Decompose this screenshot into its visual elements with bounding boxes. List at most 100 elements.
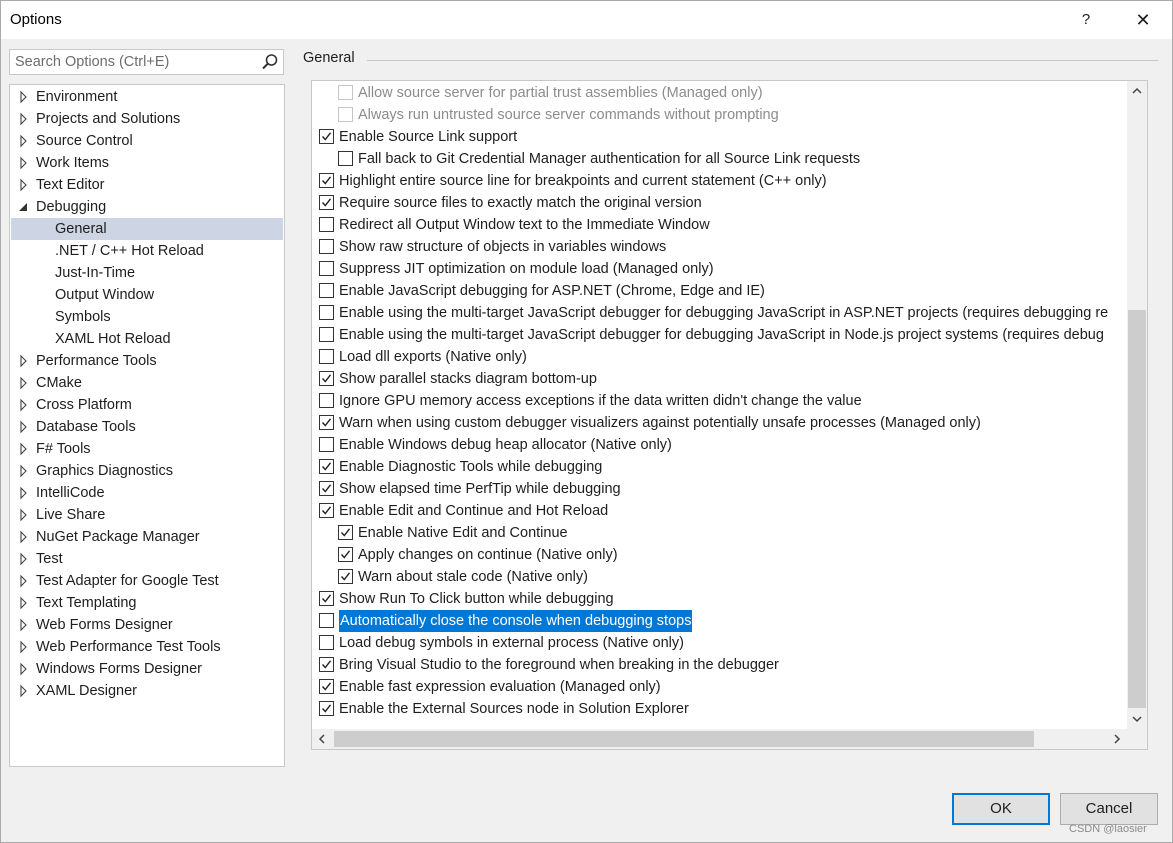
checkbox-checked[interactable]	[319, 173, 334, 188]
checkbox[interactable]	[319, 239, 334, 254]
collapsed-arrow-icon[interactable]	[18, 416, 30, 438]
checkbox[interactable]	[319, 283, 334, 298]
collapsed-arrow-icon[interactable]	[18, 460, 30, 482]
collapsed-arrow-icon[interactable]	[18, 570, 30, 592]
tree-item[interactable]: General	[11, 218, 283, 240]
vertical-scroll-thumb[interactable]	[1128, 310, 1146, 708]
tree-item[interactable]: XAML Designer	[11, 680, 283, 702]
tree-item[interactable]: Web Forms Designer	[11, 614, 283, 636]
tree-item[interactable]: CMake	[11, 372, 283, 394]
tree-item[interactable]: Database Tools	[11, 416, 283, 438]
collapsed-arrow-icon[interactable]	[18, 526, 30, 548]
close-button[interactable]: ✕	[1123, 1, 1163, 39]
checkbox-checked[interactable]	[319, 679, 334, 694]
tree-item[interactable]: Text Templating	[11, 592, 283, 614]
ok-button[interactable]: OK	[952, 793, 1050, 825]
collapsed-arrow-icon[interactable]	[18, 614, 30, 636]
tree-item[interactable]: Projects and Solutions	[11, 108, 283, 130]
tree-item[interactable]: Debugging	[11, 196, 283, 218]
scroll-up-icon[interactable]	[1127, 81, 1147, 101]
checkbox-checked[interactable]	[319, 459, 334, 474]
checkbox[interactable]	[319, 613, 334, 628]
collapsed-arrow-icon[interactable]	[18, 86, 30, 108]
tree-item[interactable]: Source Control	[11, 130, 283, 152]
tree-item[interactable]: Environment	[11, 86, 283, 108]
collapsed-arrow-icon[interactable]	[18, 592, 30, 614]
collapsed-arrow-icon[interactable]	[18, 174, 30, 196]
checkbox[interactable]	[319, 349, 334, 364]
tree-item[interactable]: F# Tools	[11, 438, 283, 460]
tree-item[interactable]: NuGet Package Manager	[11, 526, 283, 548]
tree-item[interactable]: Cross Platform	[11, 394, 283, 416]
checkbox-checked[interactable]	[319, 701, 334, 716]
tree-item[interactable]: Web Performance Test Tools	[11, 636, 283, 658]
collapsed-arrow-icon[interactable]	[18, 152, 30, 174]
tree-item[interactable]: Live Share	[11, 504, 283, 526]
options-panel: Allow source server for partial trust as…	[311, 80, 1148, 750]
tree-item-label: Windows Forms Designer	[36, 661, 202, 677]
tree-item[interactable]: Just-In-Time	[11, 262, 283, 284]
scroll-left-icon[interactable]	[312, 729, 332, 749]
tree-item[interactable]: Graphics Diagnostics	[11, 460, 283, 482]
checkbox[interactable]	[319, 217, 334, 232]
collapsed-arrow-icon[interactable]	[18, 548, 30, 570]
checkbox-checked[interactable]	[338, 547, 353, 562]
checkbox[interactable]	[319, 327, 334, 342]
checkbox-checked[interactable]	[319, 415, 334, 430]
option-label: Automatically close the console when deb…	[339, 610, 693, 632]
collapsed-arrow-icon[interactable]	[18, 372, 30, 394]
checkbox[interactable]	[338, 151, 353, 166]
tree-item-label: Source Control	[36, 133, 133, 149]
checkbox-checked[interactable]	[338, 569, 353, 584]
checkbox-checked[interactable]	[319, 371, 334, 386]
tree-item[interactable]: Windows Forms Designer	[11, 658, 283, 680]
vertical-scrollbar[interactable]	[1127, 81, 1147, 729]
collapsed-arrow-icon[interactable]	[18, 636, 30, 658]
checkbox-checked[interactable]	[319, 481, 334, 496]
tree-item[interactable]: XAML Hot Reload	[11, 328, 283, 350]
expanded-arrow-icon[interactable]	[18, 196, 30, 218]
help-button[interactable]: ?	[1069, 1, 1103, 39]
collapsed-arrow-icon[interactable]	[18, 438, 30, 460]
collapsed-arrow-icon[interactable]	[18, 482, 30, 504]
checkbox[interactable]	[319, 437, 334, 452]
scroll-right-icon[interactable]	[1107, 729, 1127, 749]
option-label: Show elapsed time PerfTip while debuggin…	[339, 481, 621, 497]
horizontal-scroll-thumb[interactable]	[334, 731, 1034, 747]
tree-item[interactable]: Text Editor	[11, 174, 283, 196]
collapsed-arrow-icon[interactable]	[18, 394, 30, 416]
tree-item[interactable]: Performance Tools	[11, 350, 283, 372]
checkbox-checked[interactable]	[338, 525, 353, 540]
checkbox[interactable]	[319, 305, 334, 320]
search-input[interactable]	[10, 50, 259, 74]
checkbox-checked[interactable]	[319, 503, 334, 518]
collapsed-arrow-icon[interactable]	[18, 108, 30, 130]
checkbox[interactable]	[319, 261, 334, 276]
collapsed-arrow-icon[interactable]	[18, 680, 30, 702]
tree-item[interactable]: IntelliCode	[11, 482, 283, 504]
tree-item[interactable]: Test Adapter for Google Test	[11, 570, 283, 592]
checkbox[interactable]	[319, 393, 334, 408]
tree-item[interactable]: .NET / C++ Hot Reload	[11, 240, 283, 262]
tree-item[interactable]: Work Items	[11, 152, 283, 174]
option-label: Enable fast expression evaluation (Manag…	[339, 679, 661, 695]
collapsed-arrow-icon[interactable]	[18, 130, 30, 152]
search-icon[interactable]	[261, 53, 279, 71]
collapsed-arrow-icon[interactable]	[18, 658, 30, 680]
checkmark-icon	[321, 506, 332, 515]
checkbox-checked[interactable]	[319, 657, 334, 672]
tree-item[interactable]: Symbols	[11, 306, 283, 328]
collapsed-arrow-icon[interactable]	[18, 350, 30, 372]
scroll-down-icon[interactable]	[1127, 709, 1147, 729]
horizontal-scrollbar[interactable]	[312, 729, 1127, 749]
tree-item[interactable]: Output Window	[11, 284, 283, 306]
checkbox[interactable]	[319, 635, 334, 650]
tree-item-label: Environment	[36, 89, 118, 105]
checkbox-checked[interactable]	[319, 591, 334, 606]
collapsed-arrow-icon[interactable]	[18, 504, 30, 526]
option-label: Enable Windows debug heap allocator (Nat…	[339, 437, 672, 453]
checkbox-checked[interactable]	[319, 195, 334, 210]
checkbox-checked[interactable]	[319, 129, 334, 144]
cancel-button[interactable]: Cancel	[1060, 793, 1158, 825]
tree-item[interactable]: Test	[11, 548, 283, 570]
